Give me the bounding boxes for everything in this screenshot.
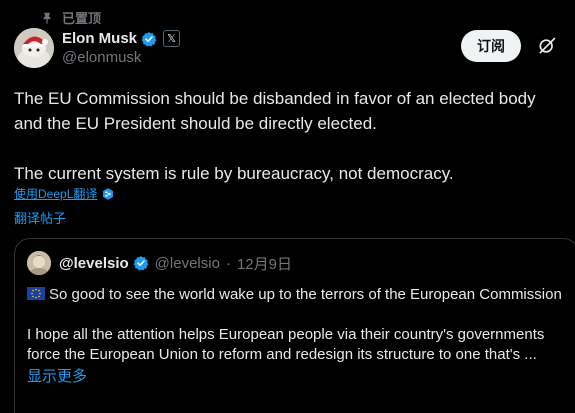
pin-icon [43, 12, 51, 24]
author-handle[interactable]: @elonmusk [62, 49, 180, 66]
quote-paragraph: So good to see the world wake up to the … [27, 285, 567, 305]
post-header: Elon Musk 𝕏 @elonmusk 订阅 [14, 28, 561, 72]
deepl-icon [103, 187, 114, 200]
translate-post-link[interactable]: 翻译帖子 [14, 208, 66, 227]
author-name-line: Elon Musk 𝕏 [62, 30, 181, 47]
pinned-label: 已置顶 [62, 11, 102, 26]
quoted-post[interactable]: @levelsio @levelsio · 12月9日 So good to s… [14, 238, 575, 413]
quote-text: So good to see the world wake up to the … [27, 285, 567, 365]
quote-date[interactable]: 12月9日 [237, 253, 292, 274]
deepl-translate[interactable]: 使用DeepL翻译 [14, 185, 115, 202]
subscribe-button[interactable]: 订阅 [461, 30, 521, 62]
deepl-link[interactable]: 使用DeepL翻译 [14, 185, 97, 202]
quote-header: @levelsio @levelsio · 12月9日 [27, 251, 566, 275]
avatar-image [14, 28, 54, 68]
author-info: Elon Musk 𝕏 @elonmusk [62, 30, 181, 66]
x-affiliate-badge: 𝕏 [163, 30, 181, 47]
grok-icon[interactable] [537, 36, 557, 56]
quote-avatar-image [27, 251, 51, 275]
quote-avatar[interactable] [27, 251, 51, 275]
show-more-link[interactable]: 显示更多 [27, 365, 566, 386]
quote-paragraph: I hope all the attention helps European … [27, 326, 545, 363]
pinned-post[interactable]: 已置顶 Elon Musk 𝕏 @elonmusk 订阅 The EU Comm… [0, 0, 575, 413]
eu-flag-icon [27, 287, 45, 300]
verified-badge-icon [141, 31, 157, 46]
author-avatar[interactable] [14, 28, 54, 68]
verified-badge-icon [133, 256, 149, 271]
quote-author-handle[interactable]: @levelsio [155, 255, 220, 272]
post-text: The EU Commission should be disbanded in… [14, 86, 555, 186]
pinned-indicator: 已置顶 [40, 8, 101, 27]
quote-author-name[interactable]: @levelsio [59, 255, 129, 272]
post-paragraph: The EU Commission should be disbanded in… [14, 89, 536, 133]
post-paragraph: The current system is rule by bureaucrac… [14, 164, 454, 183]
author-name[interactable]: Elon Musk [62, 30, 137, 47]
quote-separator: · [225, 254, 231, 272]
quote-paragraph-text: So good to see the world wake up to the … [49, 286, 562, 303]
